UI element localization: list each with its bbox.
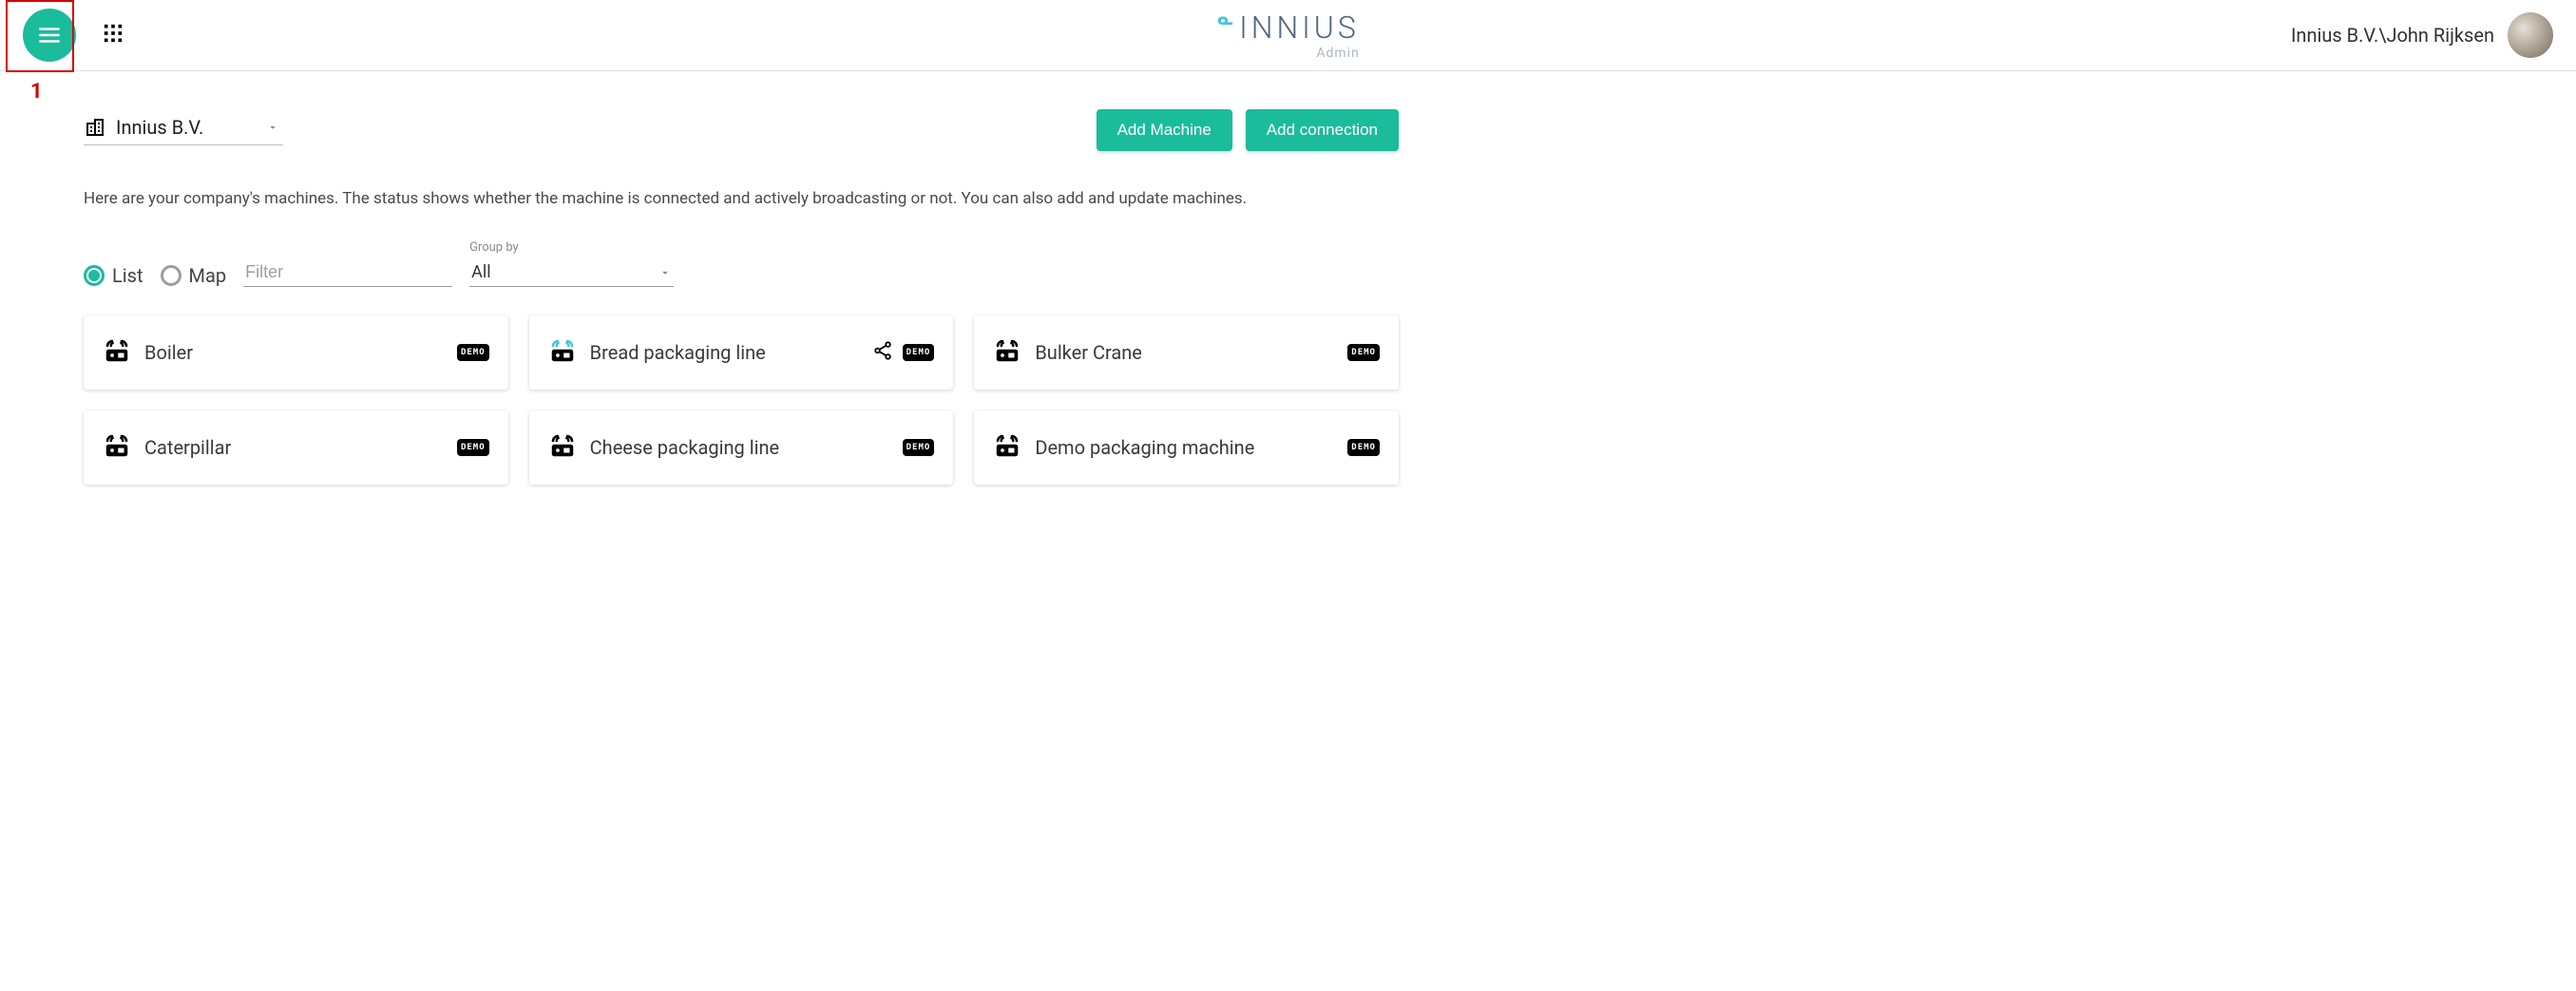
add-connection-button[interactable]: Add connection — [1246, 109, 1399, 151]
chevron-down-icon — [658, 266, 672, 279]
user-label: Innius B.V.\John Rijksen — [2291, 24, 2494, 47]
share-icon[interactable] — [872, 340, 893, 365]
brand-logo: ᓐ INNIUS Admin — [1216, 10, 1360, 61]
demo-badge: DEMO — [903, 439, 935, 456]
view-list-label: List — [112, 264, 143, 287]
machine-title: Bread packaging line — [590, 341, 766, 364]
machine-title: Boiler — [144, 341, 193, 364]
machine-card[interactable]: Boiler DEMO — [84, 315, 508, 390]
brand-subtitle: Admin — [1316, 46, 1359, 61]
groupby-value: All — [471, 262, 491, 282]
machine-card[interactable]: Bulker Crane DEMO — [974, 315, 1399, 390]
filter-input[interactable] — [243, 257, 452, 287]
groupby-label: Group by — [469, 240, 674, 255]
machine-title: Cheese packaging line — [590, 436, 779, 459]
machine-title: Bulker Crane — [1035, 341, 1142, 364]
machine-title: Caterpillar — [144, 436, 231, 459]
machine-title: Demo packaging machine — [1035, 436, 1254, 459]
top-bar: ᓐ INNIUS Admin Innius B.V.\John Rijksen … — [0, 0, 2576, 71]
machine-icon — [993, 431, 1021, 464]
avatar[interactable] — [2508, 12, 2553, 58]
demo-badge: DEMO — [457, 344, 489, 361]
machine-icon — [103, 336, 131, 369]
view-map-label: Map — [189, 264, 227, 287]
view-list-radio[interactable]: List — [84, 264, 143, 287]
menu-icon — [37, 23, 62, 48]
machine-card[interactable]: Bread packaging line DEMO — [529, 315, 954, 390]
machine-card[interactable]: Caterpillar DEMO — [84, 410, 508, 485]
machine-card[interactable]: Cheese packaging line DEMO — [529, 410, 954, 485]
apps-button[interactable] — [103, 23, 124, 48]
chevron-down-icon — [266, 121, 279, 134]
brand-name: INNIUS — [1239, 10, 1360, 46]
demo-badge: DEMO — [457, 439, 489, 456]
menu-button[interactable] — [23, 9, 76, 62]
demo-badge: DEMO — [1347, 344, 1380, 361]
demo-badge: DEMO — [1347, 439, 1380, 456]
machine-icon — [548, 431, 577, 464]
company-icon — [84, 116, 106, 139]
apps-icon — [103, 23, 124, 44]
machine-icon — [103, 431, 131, 464]
intro-text: Here are your company's machines. The st… — [84, 189, 1399, 208]
company-selected-label: Innius B.V. — [116, 116, 257, 139]
add-machine-button[interactable]: Add Machine — [1097, 109, 1232, 151]
brand-glyph-icon: ᓐ — [1216, 12, 1233, 46]
machine-icon — [993, 336, 1021, 369]
groupby-select[interactable]: All — [469, 257, 674, 287]
machine-card[interactable]: Demo packaging machine DEMO — [974, 410, 1399, 485]
demo-badge: DEMO — [903, 344, 935, 361]
view-map-radio[interactable]: Map — [161, 264, 227, 287]
company-select[interactable]: Innius B.V. — [84, 116, 283, 145]
machine-icon — [548, 336, 577, 369]
